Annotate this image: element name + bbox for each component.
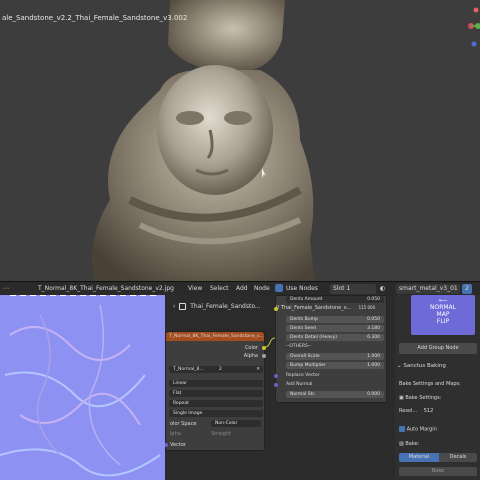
image-selector[interactable]: T_Normal_8... 2 ✕ [169,366,263,373]
group-node[interactable]: Dents Amount0.050 ∇ Thai_Female_Sandston… [274,295,387,403]
material-users-count[interactable]: 2 [462,284,472,294]
projection-dropdown[interactable]: Flat [169,390,263,397]
normal-strength-field[interactable]: Normal Str. 0.000 [286,391,384,398]
vector-input-label: Vector [170,442,186,448]
sidebar-panel: ⟵ NORMAL MAP FLIP Add Group Node ⌄ Sanct… [395,295,480,480]
color-space-label: olor Space [170,421,197,427]
group-color-input-socket[interactable] [274,307,278,311]
alpha-mode-value[interactable]: Straight [211,430,231,438]
resolution-row: Resol... 512 [399,408,433,414]
resolution-label: Resol... [399,408,418,414]
output-alpha-label: Alpha [243,353,258,359]
slot-dropdown[interactable]: Slot 1 [330,284,376,294]
node-link [265,337,275,348]
menu-add[interactable]: Add [236,285,248,292]
image-texture-node[interactable]: T_Normal_8K_Thai_Female_Sandstone_v... C… [165,331,266,451]
arrow-left-icon: ⟵ [438,297,448,304]
material-sphere-icon: ◐ [380,285,386,292]
alpha-mode-label: lpha [170,431,181,437]
add-group-node-button[interactable]: Add Group Node [399,343,477,354]
node-editor[interactable]: › Thai_Female_Sandsto... T_Normal_8K_Tha… [165,295,395,480]
bake-button[interactable]: Bake [399,467,477,476]
dents-amount-field[interactable]: Dents Amount 0.050 [286,296,384,303]
group-count: 115 000 [358,305,376,310]
add-normal-socket[interactable] [274,383,278,387]
replace-vector-label: Replace Vector [286,373,320,378]
auto-margin-checkbox[interactable] [399,426,405,432]
bake-icon: ▨ [399,441,404,447]
use-nodes-checkbox[interactable] [275,284,283,292]
3d-viewport[interactable]: ale_Sandstone_v2.2_Thai_Female_Sandstone… [0,0,480,281]
editor-header: ⋯ T_Normal_8K_Thai_Female_Sandstone_v2.j… [0,281,480,295]
others-label: --OTHERS-- [286,344,312,349]
group-selector[interactable]: ∇ Thai_Female_Sandstone_v... 115 000 [276,305,375,311]
bake-settings-header[interactable]: ▣ Bake Settings: [399,395,441,401]
dents-seed-field[interactable]: Dents Seed 3.180 [286,325,384,332]
extension-dropdown[interactable]: Repeat [169,400,263,407]
menu-select[interactable]: Select [210,285,229,292]
normal-map-image [0,295,165,480]
output-color-label: Color [244,345,258,351]
menu-view[interactable]: View [188,285,202,292]
color-space-dropdown[interactable]: Non-Color [211,420,261,427]
close-icon[interactable]: ✕ [256,366,260,373]
auto-margin-row[interactable]: Auto Margin [399,426,437,433]
interpolation-dropdown[interactable]: Linear [169,380,263,387]
sculpture-render [92,0,316,281]
node-tree-icon [179,303,187,310]
sanctus-baking-header[interactable]: ⌄ Sanctus Baking [397,363,446,369]
image-users: 2 [219,367,222,372]
material-name-field[interactable]: smart_metal_v3_01 [396,284,460,294]
dents-bump-field[interactable]: Dents Bump 0.050 [286,316,384,323]
dents-detail-field[interactable]: Dents Detail (Heavy) 6.300 [286,334,384,341]
breadcrumb: › Thai_Female_Sandsto... [173,303,261,310]
bump-multiplier-field[interactable]: Bump Multiplier 1.000 [286,362,384,369]
decals-tab[interactable]: Decals [439,453,477,462]
resolution-value[interactable]: 512 [424,408,434,414]
viewport-object-name: ale_Sandstone_v2.2_Thai_Female_Sandstone… [2,14,188,22]
source-dropdown[interactable]: Single Image [169,410,263,417]
chevron-right-icon: › [173,303,176,310]
alpha-mode-row: lpha Straight [166,430,264,438]
add-normal-label: Add Normal [286,382,313,387]
breadcrumb-group[interactable]: Thai_Female_Sandsto... [190,303,260,310]
image-icon: ▣ [399,395,404,401]
chevron-down-icon: ⌄ [397,363,402,369]
node-header[interactable]: T_Normal_8K_Thai_Female_Sandstone_v... [166,332,264,341]
material-tab[interactable]: Material [399,453,439,462]
bake-section-label: ▨ Bake: [399,441,420,447]
menu-node[interactable]: Node [254,285,270,292]
overall-scale-field[interactable]: Overall Scale 1.000 [286,353,384,360]
normal-map-flip-thumbnail[interactable]: ⟵ NORMAL MAP FLIP [411,295,475,335]
navigation-gizmo[interactable] [460,0,480,50]
replace-vector-socket[interactable] [274,374,278,378]
image-editor[interactable] [0,295,165,480]
color-space-row: olor Space Non-Color [166,420,264,428]
bake-settings-maps-label: Bake Settings and Maps: [399,381,461,387]
editor-type-icon[interactable]: ⋯ [3,285,9,292]
image-name[interactable]: T_Normal_8K_Thai_Female_Sandstone_v2.jpg [38,285,174,292]
use-nodes-label: Use Nodes [286,285,318,292]
